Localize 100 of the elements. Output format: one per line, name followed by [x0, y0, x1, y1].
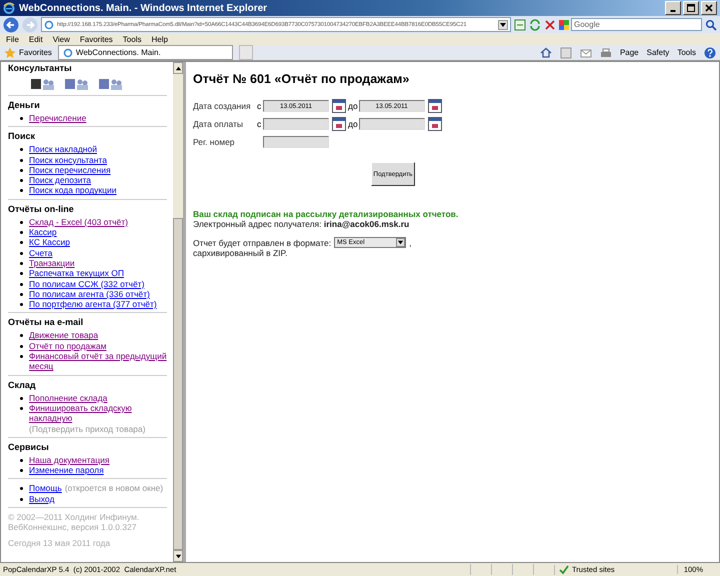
sidebar-link[interactable]: Распечатка текущих ОП	[29, 268, 124, 279]
scrollbar[interactable]	[173, 62, 183, 562]
format-text: Отчет будет отправлен в формате:	[193, 238, 332, 248]
refresh-icon[interactable]	[529, 18, 541, 30]
report-title: Отчёт № 601 «Отчёт по продажам»	[193, 72, 410, 86]
page-icon	[62, 48, 73, 58]
calendar-icon[interactable]	[428, 99, 442, 113]
date-field[interactable]	[263, 118, 329, 130]
bullet-icon	[20, 158, 23, 162]
consultants-icon[interactable]	[30, 77, 56, 91]
calendar-icon[interactable]	[332, 99, 346, 113]
sidebar-link[interactable]: По полисам агента (336 отчёт)	[29, 288, 150, 300]
minimize-button[interactable]	[665, 1, 681, 15]
link-note: (Подтвердить приход товара)	[29, 424, 146, 434]
bullet-icon	[20, 498, 23, 501]
dropdown-arrow-icon[interactable]	[498, 20, 508, 30]
sidebar-link[interactable]: Финишировать складскую накладную	[29, 402, 167, 424]
sidebar-link[interactable]: Поиск перечисления	[29, 164, 111, 176]
page-icon	[44, 20, 54, 30]
menu-item[interactable]: File	[6, 34, 19, 44]
sidebar-link[interactable]: По портфелю агента (377 отчёт)	[29, 299, 157, 310]
minimize-icon	[670, 10, 676, 12]
copyright-text: © 2002—2011 Холдинг Инфинум. ВебКоннекшнс, версия 1.0.0.327	[8, 512, 140, 533]
command-menu[interactable]: Safety	[646, 48, 670, 57]
from-label: с	[257, 101, 262, 111]
close-icon	[704, 3, 714, 13]
bullet-icon	[20, 220, 23, 224]
browser-tab[interactable]: WebConnections. Main.	[58, 45, 233, 60]
browser-logo-icon	[3, 2, 15, 14]
field-label: Дата оплаты	[193, 119, 244, 129]
compatibility-icon[interactable]	[514, 18, 526, 30]
today-date: Сегодня 13 мая 2011 года	[8, 538, 112, 548]
mail-icon[interactable]	[580, 46, 592, 58]
sidebar-link[interactable]: Перечисление	[29, 113, 86, 124]
sidebar-link[interactable]: Пополнение склада	[29, 392, 108, 403]
bullet-icon	[20, 148, 23, 152]
maximize-icon	[686, 3, 696, 13]
to-label: до	[348, 101, 358, 111]
menu-item[interactable]: View	[52, 34, 70, 44]
sidebar-link[interactable]: Счета	[29, 248, 52, 258]
sidebar-link[interactable]: Поиск консультанта	[29, 154, 107, 165]
sidebar-link[interactable]: Поиск кода продукции	[29, 185, 116, 196]
bullet-icon	[20, 272, 23, 276]
bullet-icon	[20, 252, 23, 255]
menu-item[interactable]: Help	[151, 34, 168, 44]
comma-text: ,	[409, 238, 412, 248]
bullet-icon	[20, 334, 23, 338]
calendar-icon[interactable]	[332, 117, 346, 131]
sidebar-link[interactable]: Движение товара	[29, 330, 98, 341]
sidebar-link[interactable]: Наша документация	[29, 454, 110, 466]
section-title: Поиск	[8, 131, 36, 142]
favorites-button[interactable]: Favorites	[4, 46, 52, 58]
menu-item[interactable]: Edit	[28, 34, 43, 44]
stop-icon[interactable]	[544, 18, 556, 30]
search-field[interactable]: Google	[571, 18, 702, 31]
sidebar-link[interactable]: КС Кассир	[29, 237, 70, 248]
home-icon[interactable]	[540, 46, 552, 58]
sidebar-link[interactable]: Поиск депозита	[29, 175, 92, 186]
sidebar-link[interactable]: Финансовый отчёт за предыдущий месяц	[29, 351, 167, 372]
field-label: Рег. номер	[193, 137, 236, 147]
sidebar-link[interactable]: Транзакции	[29, 258, 75, 268]
section-title: Склад	[8, 380, 37, 391]
help-icon[interactable]	[704, 46, 716, 58]
subscription-message: Ваш склад подписан на рассылку детализированных отчетов.	[193, 209, 460, 219]
print-icon[interactable]	[600, 46, 612, 58]
scroll-up-icon[interactable]	[174, 64, 182, 72]
menu-item[interactable]: Tools	[122, 34, 142, 44]
scroll-down-icon[interactable]	[174, 552, 182, 560]
maximize-button[interactable]	[683, 1, 699, 15]
from-label: с	[257, 119, 262, 129]
close-button[interactable]	[701, 1, 717, 15]
search-icon[interactable]	[705, 18, 717, 30]
command-menu[interactable]: Page	[620, 48, 639, 57]
back-button[interactable]	[3, 16, 19, 32]
link-note: (откроется в новом окне)	[64, 483, 164, 494]
command-menu[interactable]: Tools	[677, 48, 696, 57]
sidebar-link[interactable]: Склад - Excel (403 отчёт)	[29, 216, 128, 228]
to-label: до	[348, 119, 358, 129]
sidebar-link[interactable]: По полисам ССЖ (332 отчёт)	[29, 278, 144, 289]
sidebar-link[interactable]: Изменение пароля	[29, 465, 104, 476]
bullet-icon	[20, 406, 23, 410]
star-icon	[4, 46, 16, 58]
bullet-icon	[20, 189, 23, 192]
bullet-icon	[20, 487, 23, 490]
sidebar-link[interactable]: Отчёт по продажам	[29, 340, 106, 352]
registration-number-field[interactable]	[263, 136, 329, 148]
sidebar-link[interactable]: Кассир	[29, 227, 57, 238]
date-field[interactable]	[358, 118, 425, 130]
menu-item[interactable]: Favorites	[80, 34, 113, 44]
sidebar-link[interactable]: Поиск накладной	[29, 144, 97, 155]
bullet-icon	[20, 469, 23, 472]
bullet-icon	[20, 179, 23, 182]
bullet-icon	[20, 168, 23, 172]
sidebar-link[interactable]: Выход	[29, 494, 54, 504]
recipient-text: Электронный адрес получателя: irina@acok06.msk.ru	[193, 219, 410, 229]
sidebar-link[interactable]: Помощь	[29, 483, 62, 494]
section-title: Консультанты	[8, 63, 73, 74]
bullet-icon	[20, 303, 23, 306]
section-title: Сервисы	[8, 442, 50, 453]
calendar-icon[interactable]	[428, 117, 442, 131]
